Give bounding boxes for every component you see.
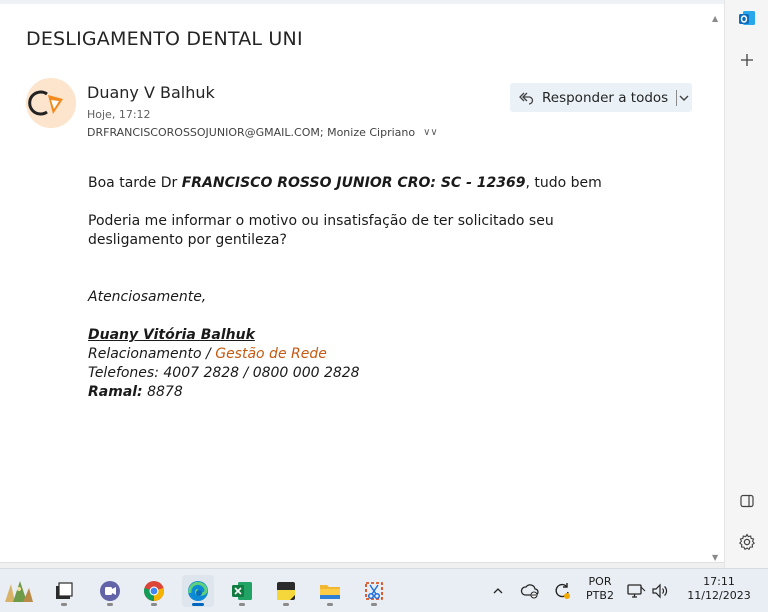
expand-recipients-icon[interactable]: ∨∨ — [423, 127, 438, 138]
running-indicator — [283, 603, 289, 606]
taskbar-sticky-notes[interactable] — [270, 575, 302, 607]
running-indicator — [371, 603, 377, 606]
question-paragraph: Poderia me informar o motivo ou insatisf… — [88, 213, 554, 248]
active-indicator — [192, 603, 204, 606]
vertical-scrollbar[interactable]: ▲ ▼ — [708, 8, 724, 566]
clock-date: 11/12/2023 — [687, 589, 751, 602]
excel-icon — [232, 582, 252, 600]
plus-icon — [741, 54, 753, 66]
clock-time: 17:11 — [703, 575, 735, 588]
running-indicator — [327, 603, 333, 606]
right-rail — [724, 0, 768, 568]
role-prefix: Relacionamento / — [88, 346, 216, 362]
reply-all-icon — [519, 92, 534, 105]
chrome-icon — [144, 581, 164, 601]
taskbar-file-manager[interactable] — [48, 575, 80, 607]
language-code: POR — [588, 575, 612, 588]
recipients-text: DRFRANCISCOROSSOJUNIOR@GMAIL.COM; Monize… — [87, 126, 416, 139]
side-pane-button[interactable] — [725, 485, 768, 517]
running-indicator — [151, 603, 157, 606]
folder-icon — [320, 585, 340, 599]
outlook-window: DESLIGAMENTO DENTAL UNI Duany V Balhuk H… — [0, 0, 768, 568]
reading-pane: DESLIGAMENTO DENTAL UNI Duany V Balhuk H… — [0, 4, 724, 566]
taskbar-teams[interactable] — [94, 575, 126, 607]
side-pane-icon — [740, 494, 754, 508]
sent-time: Hoje, 17:12 — [87, 108, 151, 121]
reply-options-button[interactable] — [677, 83, 692, 112]
keyboard-layout: PTB2 — [586, 589, 614, 602]
add-app-button[interactable] — [725, 44, 768, 76]
ramal-value: 8878 — [142, 384, 183, 400]
doctor-name: FRANCISCO ROSSO JUNIOR CRO: SC - 12369 — [181, 175, 526, 191]
running-indicator — [61, 603, 67, 606]
dental-uni-logo-icon — [26, 78, 76, 128]
running-indicator — [107, 603, 113, 606]
taskbar-folder[interactable] — [314, 575, 346, 607]
edge-icon — [188, 581, 208, 601]
tray-update[interactable] — [548, 575, 576, 607]
recipients-line[interactable]: DRFRANCISCOROSSOJUNIOR@GMAIL.COM; Monize… — [87, 126, 438, 139]
ramal-label: Ramal: — [88, 384, 143, 400]
show-hidden-icons-button[interactable] — [484, 575, 512, 607]
scroll-up-icon[interactable]: ▲ — [712, 14, 718, 23]
scroll-down-icon[interactable]: ▼ — [712, 553, 718, 562]
speaker-icon — [652, 583, 668, 599]
closing-line: Atenciosamente, — [88, 289, 207, 305]
snipping-tool-icon — [365, 582, 383, 600]
reply-all-button[interactable]: Responder a todos — [510, 83, 676, 112]
sender-name[interactable]: Duany V Balhuk — [87, 83, 215, 102]
greeting-prefix: Boa tarde Dr — [88, 175, 182, 191]
file-manager-icon — [56, 582, 73, 599]
tray-onedrive[interactable] — [516, 575, 544, 607]
signature-role: Relacionamento / Gestão de Rede — [88, 345, 327, 364]
settings-button[interactable] — [725, 526, 768, 558]
cloud-sync-icon — [520, 584, 539, 599]
taskbar-chrome[interactable] — [138, 575, 170, 607]
sender-avatar[interactable] — [26, 78, 76, 128]
taskbar-excel[interactable] — [226, 575, 258, 607]
chevron-down-icon — [679, 95, 689, 101]
role-accent: Gestão de Rede — [215, 346, 327, 362]
signature-name: Duany Vitória Balhuk — [88, 327, 255, 343]
network-monitor-icon — [627, 584, 646, 598]
sticky-notes-icon — [277, 582, 295, 600]
greeting-line: Boa tarde Dr FRANCISCO ROSSO JUNIOR CRO:… — [88, 174, 602, 193]
taskbar-widgets[interactable] — [2, 575, 34, 607]
outlook-icon — [739, 11, 755, 25]
reply-all-group: Responder a todos — [510, 83, 692, 112]
reply-all-label: Responder a todos — [542, 89, 669, 106]
outlook-app-button[interactable] — [725, 2, 768, 34]
running-indicator — [239, 603, 245, 606]
tray-network[interactable] — [624, 575, 648, 607]
taskbar-snipping-tool[interactable] — [358, 575, 390, 607]
input-language[interactable]: POR PTB2 — [580, 575, 620, 603]
clock[interactable]: 17:11 11/12/2023 — [684, 575, 754, 603]
teams-icon — [100, 581, 120, 601]
greeting-suffix: , tudo bem — [525, 175, 602, 191]
taskbar-edge[interactable] — [182, 575, 214, 607]
gear-icon — [738, 533, 756, 551]
signature-phones: Telefones: 4007 2828 / 0800 000 2828 — [88, 365, 360, 381]
taskbar: POR PTB2 17:11 11/12/2023 — [0, 568, 768, 612]
widgets-icon — [5, 581, 33, 602]
signature-ramal: Ramal: 8878 — [88, 383, 183, 402]
email-subject: DESLIGAMENTO DENTAL UNI — [26, 28, 303, 50]
refresh-icon — [555, 583, 570, 599]
tray-volume[interactable] — [648, 575, 672, 607]
chevron-up-icon — [493, 588, 503, 594]
